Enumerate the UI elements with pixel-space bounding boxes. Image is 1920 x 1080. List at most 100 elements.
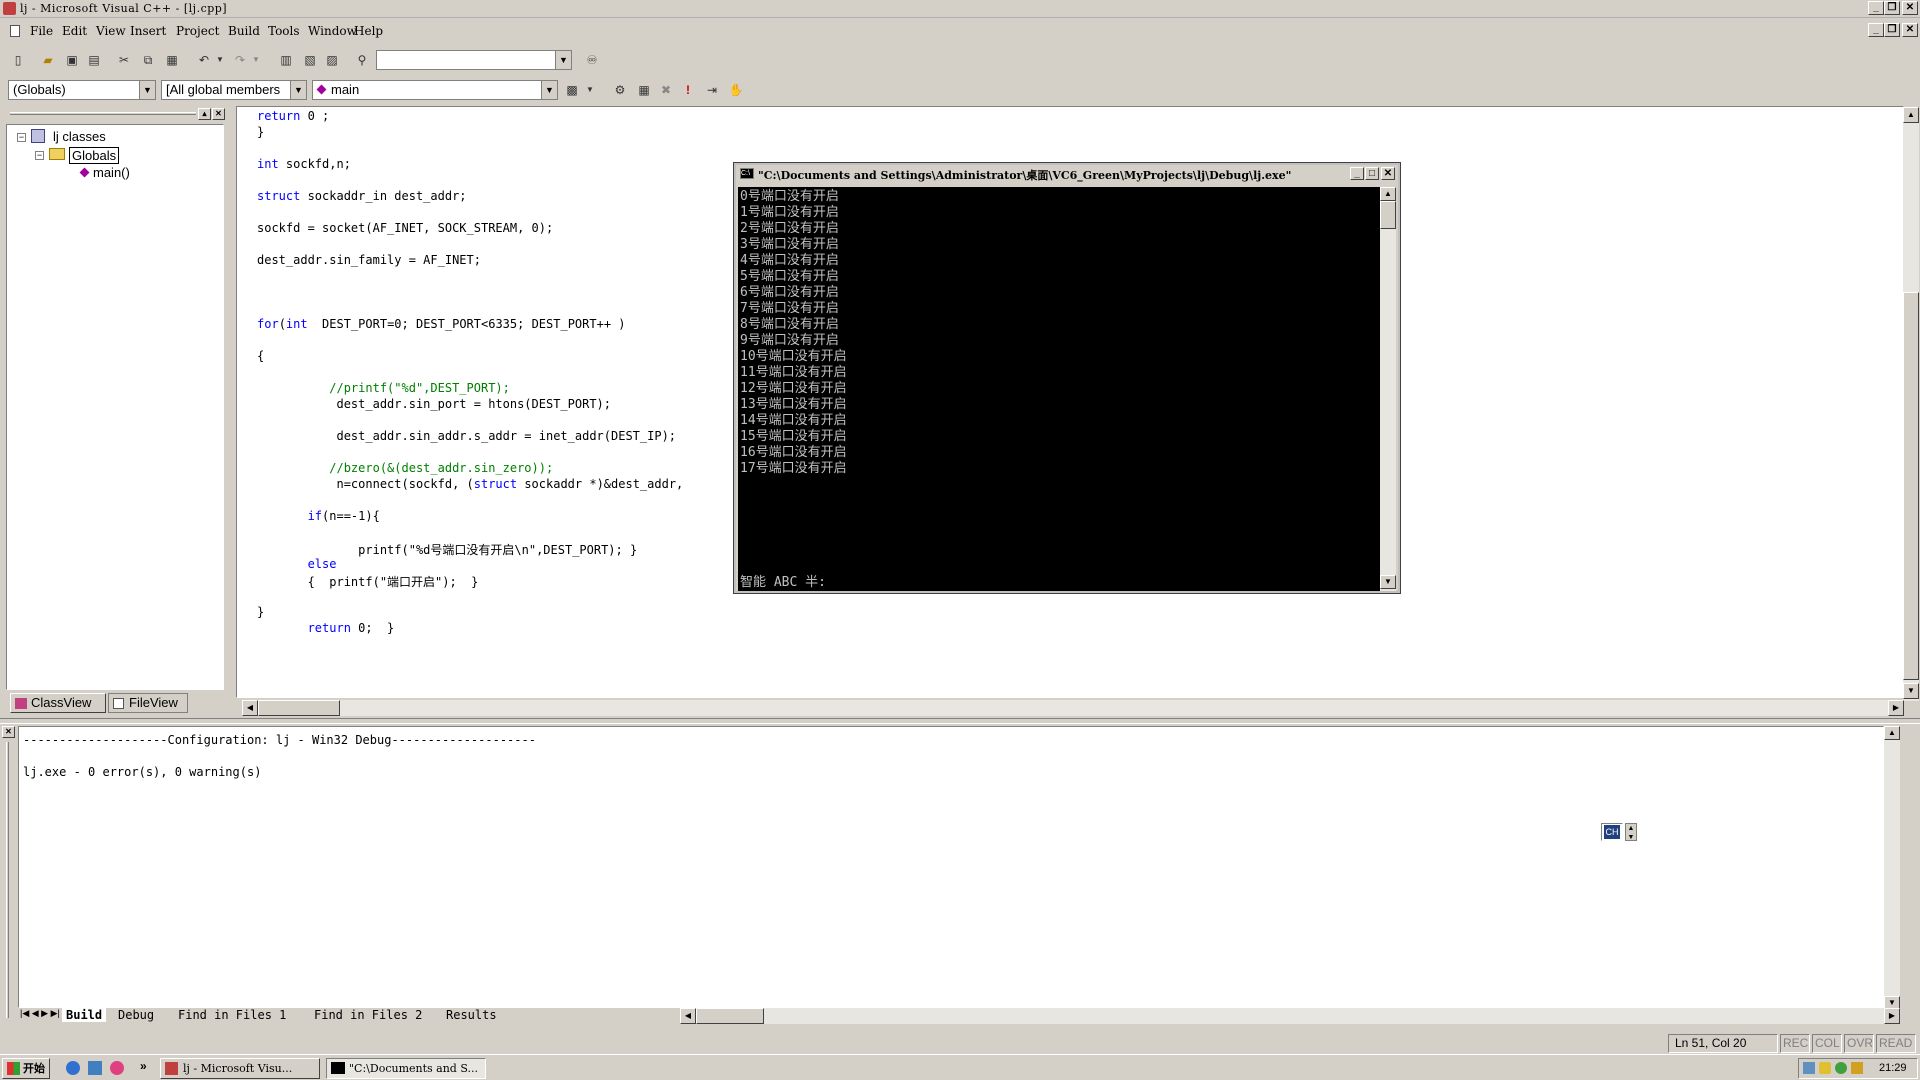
menu-view[interactable]: View xyxy=(96,24,126,38)
tab-fileview[interactable]: FileView xyxy=(108,693,188,713)
chevron-down-icon[interactable]: ▼ xyxy=(139,81,155,99)
find-in-files-icon[interactable]: ⚲ xyxy=(352,50,372,70)
tab-find-in-files-1[interactable]: Find in Files 1 xyxy=(178,1008,286,1022)
console-title-bar[interactable]: C:\ "C:\Documents and Settings\Administr… xyxy=(736,165,1398,183)
find-combo[interactable]: ▼ xyxy=(376,50,572,70)
function-combo[interactable]: main ▼ xyxy=(312,80,558,100)
members-combo[interactable]: [All global members ▼ xyxy=(161,80,307,100)
menu-insert[interactable]: Insert xyxy=(130,24,166,38)
menu-edit[interactable]: Edit xyxy=(62,24,87,38)
quicklaunch-app-icon[interactable] xyxy=(88,1061,102,1075)
chevron-down-icon[interactable]: ▼ xyxy=(290,81,306,99)
menu-build[interactable]: Build xyxy=(228,24,260,38)
wizard-dropdown-icon[interactable]: ▼ xyxy=(580,80,600,100)
output-splitter[interactable] xyxy=(0,718,1920,724)
quicklaunch-media-icon[interactable] xyxy=(110,1061,124,1075)
ime-spin-icon[interactable]: ▲ ▼ xyxy=(1625,823,1637,841)
tray-shield-icon[interactable] xyxy=(1819,1062,1831,1074)
new-file-icon[interactable]: ▯ xyxy=(8,50,28,70)
minimize-button[interactable]: _ xyxy=(1868,1,1884,15)
menu-help[interactable]: Help xyxy=(354,24,383,38)
task-console[interactable]: "C:\Documents and S... xyxy=(326,1058,486,1079)
window-list-icon[interactable]: ▨ xyxy=(322,50,342,70)
tray-security-icon[interactable] xyxy=(1835,1062,1847,1074)
menu-window[interactable]: Window xyxy=(308,24,357,38)
tab-results[interactable]: Results xyxy=(446,1008,497,1022)
start-button[interactable]: 开始 xyxy=(2,1058,50,1079)
wizard-action-icon[interactable]: ▩ xyxy=(562,80,582,100)
tree-root-lj-classes[interactable]: lj classes xyxy=(53,129,106,144)
output-vertical-scrollbar[interactable]: ▲ ▼ xyxy=(1884,726,1900,1010)
tab-classview[interactable]: ClassView xyxy=(10,693,106,713)
pane-maximize-button[interactable]: ▴ xyxy=(198,108,211,120)
stop-build-icon[interactable]: ✖ xyxy=(656,80,676,100)
open-folder-icon[interactable]: ▰ xyxy=(38,50,58,70)
cut-icon[interactable]: ✂ xyxy=(114,50,134,70)
task-visual-cpp[interactable]: lj - Microsoft Visu... xyxy=(160,1058,320,1079)
scroll-right-arrow[interactable]: ▶ xyxy=(1888,700,1904,716)
collapse-toggle-icon[interactable]: − xyxy=(35,151,44,160)
menu-file[interactable]: File xyxy=(30,24,53,38)
output-scroll-left-arrow[interactable]: ◀ xyxy=(680,1008,696,1024)
tree-folder-globals[interactable]: Globals xyxy=(69,147,120,164)
redo-dropdown-icon[interactable]: ▼ xyxy=(246,50,266,70)
scroll-thumb[interactable] xyxy=(1903,292,1919,680)
compile-icon[interactable]: ⚙ xyxy=(610,80,630,100)
breakpoint-hand-icon[interactable]: ✋ xyxy=(726,80,746,100)
build-output[interactable]: --------------------Configuration: lj - … xyxy=(18,726,1884,1008)
paste-icon[interactable]: ▦ xyxy=(162,50,182,70)
go-icon[interactable]: ⇥ xyxy=(702,80,722,100)
console-vertical-scrollbar[interactable] xyxy=(1380,187,1396,591)
console-close-button[interactable]: ✕ xyxy=(1381,167,1395,180)
output-close-button[interactable]: ✕ xyxy=(2,726,15,738)
collapse-toggle-icon[interactable]: − xyxy=(17,133,26,142)
h-scroll-thumb[interactable] xyxy=(258,700,340,716)
save-icon[interactable]: ▣ xyxy=(62,50,82,70)
scroll-down-arrow[interactable]: ▼ xyxy=(1903,683,1919,699)
build-icon[interactable]: ▦ xyxy=(634,80,654,100)
close-button[interactable]: ✕ xyxy=(1902,1,1918,15)
chevron-down-icon[interactable]: ▼ xyxy=(555,51,571,69)
output-scroll-up-arrow[interactable]: ▲ xyxy=(1884,726,1900,740)
output-h-scroll-thumb[interactable] xyxy=(696,1008,764,1024)
tray-network-icon[interactable] xyxy=(1803,1062,1815,1074)
mdi-restore-button[interactable]: ❐ xyxy=(1884,23,1900,37)
output-horizontal-scrollbar[interactable]: ◀ ▶ xyxy=(680,1008,1900,1024)
console-scroll-up-arrow[interactable]: ▲ xyxy=(1380,187,1396,201)
chevron-down-icon[interactable]: ▼ xyxy=(541,81,557,99)
quicklaunch-ie-icon[interactable] xyxy=(66,1061,80,1075)
scroll-left-arrow[interactable]: ◀ xyxy=(242,700,258,716)
save-all-icon[interactable]: ▤ xyxy=(84,50,104,70)
copy-icon[interactable]: ⧉ xyxy=(138,50,158,70)
console-window[interactable]: C:\ "C:\Documents and Settings\Administr… xyxy=(733,162,1401,594)
editor-horizontal-scrollbar[interactable]: ◀ ▶ xyxy=(242,700,1904,716)
console-maximize-button[interactable]: □ xyxy=(1365,167,1379,180)
undo-dropdown-icon[interactable]: ▼ xyxy=(210,50,230,70)
pane-close-button[interactable]: ✕ xyxy=(212,108,225,120)
menu-tools[interactable]: Tools xyxy=(268,24,300,38)
scope-combo[interactable]: (Globals) ▼ xyxy=(8,80,156,100)
quicklaunch-more-icon[interactable]: » xyxy=(140,1059,147,1073)
mdi-minimize-button[interactable]: _ xyxy=(1868,23,1884,37)
tray-lock-icon[interactable] xyxy=(1851,1062,1863,1074)
output-window-icon[interactable]: ▧ xyxy=(300,50,320,70)
tab-build[interactable]: Build xyxy=(62,1008,107,1022)
console-scroll-thumb[interactable] xyxy=(1380,201,1396,229)
console-output[interactable]: 0号端口没有开启 1号端口没有开启 2号端口没有开启 3号端口没有开启 4号端口没有开启… xyxy=(738,187,1380,591)
tray-clock[interactable]: 21:29 xyxy=(1879,1062,1907,1074)
output-scroll-right-arrow[interactable]: ▶ xyxy=(1884,1008,1900,1024)
restore-button[interactable]: ❐ xyxy=(1884,1,1900,15)
console-minimize-button[interactable]: _ xyxy=(1350,167,1364,180)
console-scroll-down-arrow[interactable]: ▼ xyxy=(1380,575,1396,589)
tab-nav-icon[interactable]: |◀ ◀ ▶ ▶| xyxy=(20,1008,60,1019)
document-icon[interactable] xyxy=(10,25,20,37)
ime-badge[interactable]: CH xyxy=(1601,823,1623,841)
workspace-icon[interactable]: ▥ xyxy=(276,50,296,70)
scroll-up-arrow[interactable]: ▲ xyxy=(1903,107,1919,123)
tab-find-in-files-2[interactable]: Find in Files 2 xyxy=(314,1008,422,1022)
tab-debug[interactable]: Debug xyxy=(118,1008,154,1022)
execute-icon[interactable]: ! xyxy=(678,80,698,100)
mdi-close-button[interactable]: ✕ xyxy=(1902,23,1918,37)
menu-project[interactable]: Project xyxy=(176,24,219,38)
search-binoculars-icon[interactable]: ♾ xyxy=(582,50,602,70)
